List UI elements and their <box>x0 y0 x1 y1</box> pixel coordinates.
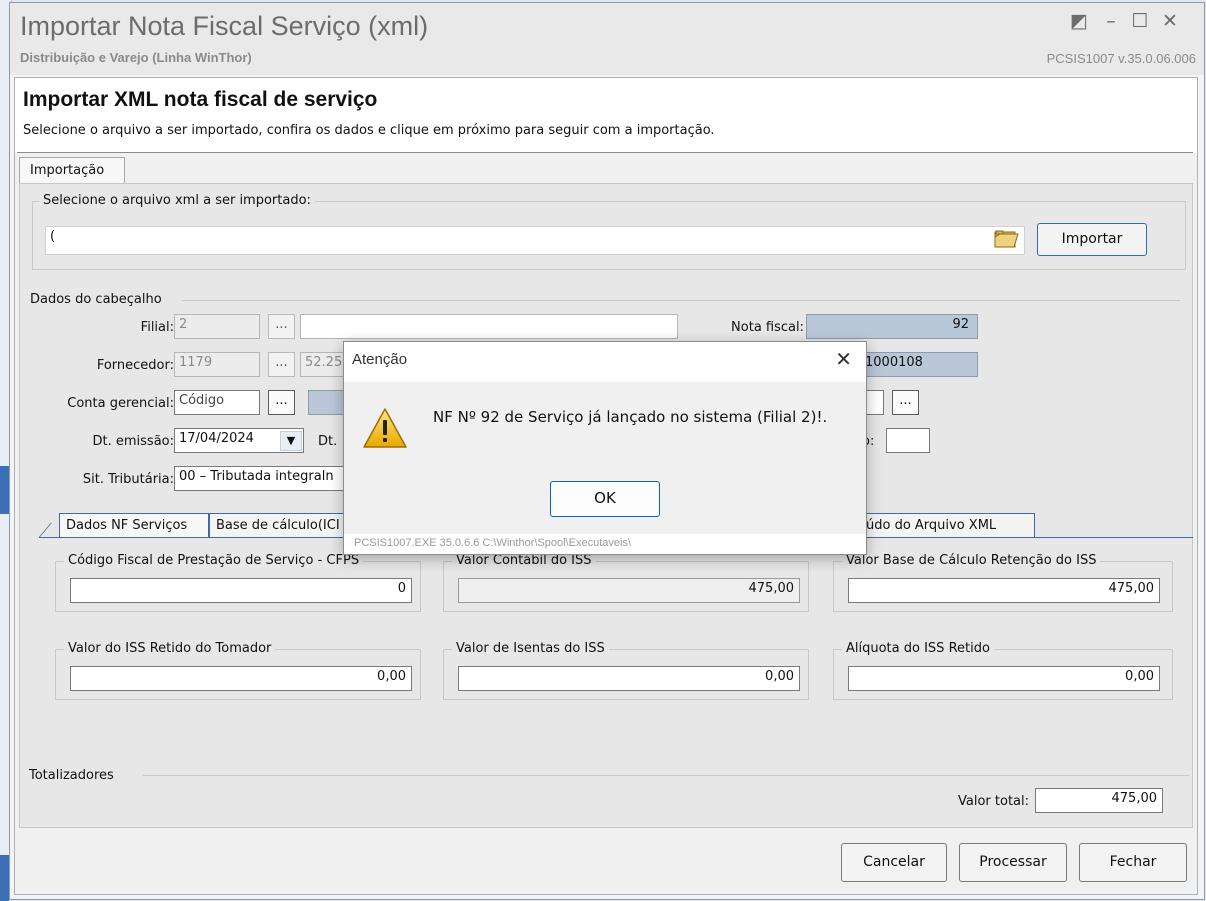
extra-search-button[interactable]: ... <box>892 390 919 415</box>
filial-input[interactable]: 2 <box>174 314 260 339</box>
process-button[interactable]: Processar <box>959 843 1067 882</box>
dialog-message: NF Nº 92 de Serviço já lançado no sistem… <box>433 408 828 426</box>
close-icon[interactable]: ✕ <box>1159 11 1181 31</box>
tab-importacao[interactable]: Importação <box>19 157 125 184</box>
file-select-group: Selecione o arquivo xml a ser importado:… <box>32 193 1186 270</box>
base-calculo-group: Valor Base de Cálculo Retenção do ISS 47… <box>833 553 1173 612</box>
conta-gerencial-input[interactable]: Código <box>174 390 260 415</box>
page-title: Importar XML nota fiscal de serviço <box>23 88 378 111</box>
iss-retido-group: Valor do ISS Retido do Tomador 0,00 <box>55 641 421 700</box>
ok-button[interactable]: OK <box>550 481 660 517</box>
divider <box>143 775 1189 776</box>
filial-search-button[interactable]: ... <box>268 314 295 339</box>
contabil-group: Valor Contábil do ISS 475,00 <box>443 553 809 612</box>
cancel-button[interactable]: Cancelar <box>841 843 947 882</box>
page-subtitle: Selecione o arquivo a ser importado, con… <box>23 123 715 138</box>
base-calculo-input[interactable]: 475,00 <box>848 578 1160 603</box>
tab-dados-nf-servicos[interactable]: Dados NF Serviços <box>59 513 209 538</box>
aliquota-group: Alíquota do ISS Retido 0,00 <box>833 641 1173 700</box>
sit-tributaria-select[interactable]: 00 – Tributada integraln <box>174 466 364 491</box>
filial-label: Filial: <box>140 320 174 335</box>
nota-fiscal-label: Nota fiscal: <box>731 320 804 335</box>
window-title: Importar Nota Fiscal Serviço (xml) <box>20 11 429 41</box>
valor-total-label: Valor total: <box>958 794 1029 809</box>
filial-name-field <box>300 314 678 339</box>
import-button[interactable]: Importar <box>1037 223 1147 256</box>
sit-tributaria-label: Sit. Tributária: <box>82 472 174 487</box>
window-subtitle: Distribuição e Varejo (Linha WinThor) <box>20 50 252 65</box>
close-button[interactable]: Fechar <box>1079 843 1187 882</box>
aliquota-input[interactable]: 0,00 <box>848 666 1160 691</box>
tab-conteudo-arquivo-xml[interactable]: eúdo do Arquivo XML <box>851 513 1035 538</box>
file-path-input[interactable]: ( <box>45 226 1025 255</box>
fornecedor-search-button[interactable]: ... <box>268 352 295 377</box>
maximize-icon[interactable]: ☐ <box>1129 11 1151 31</box>
dialog-title: Atenção <box>352 351 408 368</box>
tab-base-calculo[interactable]: Base de cálculo(ICI <box>209 513 359 538</box>
dialog-body: NF Nº 92 de Serviço já lançado no sistem… <box>344 382 866 534</box>
chevron-down-icon[interactable]: ▼ <box>280 431 302 451</box>
fornecedor-code-field: 1000108 <box>860 352 978 377</box>
isentas-group: Valor de Isentas do ISS 0,00 <box>443 641 809 700</box>
restore-icon[interactable]: ◩ <box>1068 11 1090 31</box>
dados-cabecalho-label: Dados do cabeçalho <box>30 292 162 307</box>
version-label: PCSIS1007 v.35.0.06.006 <box>1046 51 1196 66</box>
background-blue-strip <box>0 466 9 514</box>
fornecedor-label: Fornecedor: <box>96 358 174 373</box>
alert-dialog: Atenção ✕ NF Nº 92 de Serviço já lançado… <box>343 341 867 555</box>
title-bar[interactable]: Importar Nota Fiscal Serviço (xml) Distr… <box>10 3 1204 75</box>
aliquota-label: Alíquota do ISS Retido <box>842 641 994 656</box>
minimize-icon[interactable]: – <box>1100 11 1122 31</box>
cfps-input[interactable]: 0 <box>70 578 412 603</box>
iss-retido-input[interactable]: 0,00 <box>70 666 412 691</box>
dialog-footer: PCSIS1007.EXE 35.0.6.6 C:\Winthor\Spool\… <box>354 537 631 549</box>
divider <box>182 300 1180 301</box>
dt-emissao-label: Dt. emissão: <box>92 434 175 449</box>
close-icon[interactable]: ✕ <box>835 347 852 371</box>
fornecedor-input[interactable]: 1179 <box>174 352 260 377</box>
conta-search-button[interactable]: ... <box>268 390 295 415</box>
totalizadores-label: Totalizadores <box>29 768 114 783</box>
file-select-label: Selecione o arquivo xml a ser importado: <box>39 193 315 208</box>
divider <box>17 152 1193 153</box>
cfps-group: Código Fiscal de Prestação de Serviço - … <box>55 553 421 612</box>
isentas-input[interactable]: 0,00 <box>458 666 800 691</box>
background-blue-strip <box>0 855 9 901</box>
header-panel: Importar XML nota fiscal de serviço Sele… <box>15 78 1197 153</box>
isentas-label: Valor de Isentas do ISS <box>452 641 609 656</box>
folder-open-icon[interactable] <box>993 228 1021 252</box>
warning-icon <box>362 406 408 450</box>
contabil-label: Valor Contábil do ISS <box>452 553 596 568</box>
small-input[interactable] <box>886 428 930 453</box>
nota-fiscal-field: 92 <box>806 314 978 339</box>
iss-retido-label: Valor do ISS Retido do Tomador <box>64 641 276 656</box>
valor-total-field: 475,00 <box>1035 788 1163 813</box>
contabil-input[interactable]: 475,00 <box>458 578 800 603</box>
cfps-label: Código Fiscal de Prestação de Serviço - … <box>64 553 364 568</box>
base-calculo-label: Valor Base de Cálculo Retenção do ISS <box>842 553 1101 568</box>
conta-gerencial-label: Conta gerencial: <box>67 396 174 411</box>
